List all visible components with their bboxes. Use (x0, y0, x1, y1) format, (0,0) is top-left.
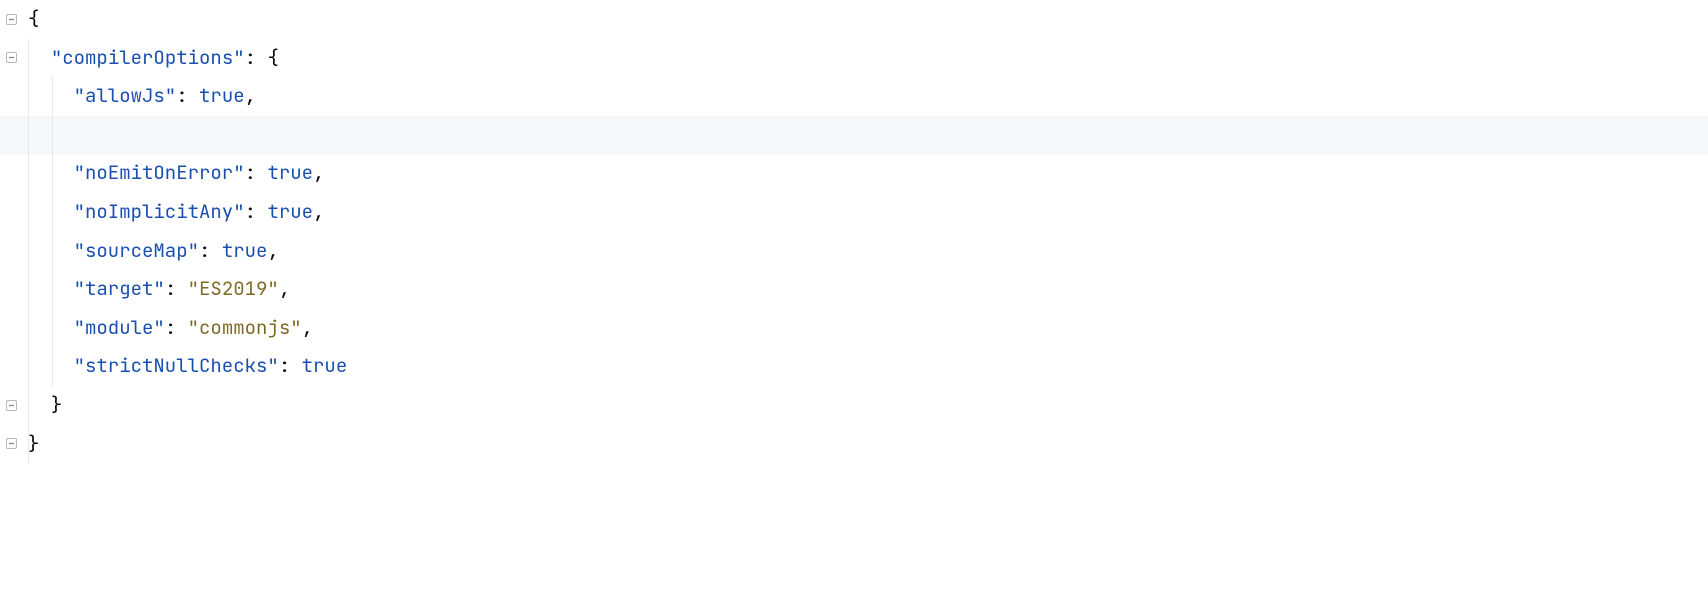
token-punct: } (51, 386, 62, 425)
token-bool: true (267, 193, 313, 232)
token-comma: , (245, 77, 256, 116)
token-punct: { (28, 0, 39, 39)
token-comma: , (279, 270, 290, 309)
code-line[interactable]: "noImplicitAny": true, (28, 193, 1708, 232)
indent (28, 154, 74, 193)
indent (28, 193, 74, 232)
indent (28, 116, 74, 155)
indent-guide (28, 39, 29, 464)
token-bool: true (302, 347, 348, 386)
indent (28, 347, 74, 386)
indent (28, 386, 51, 425)
token-bool: true (222, 232, 268, 271)
token-comma: , (313, 193, 324, 232)
code-line[interactable]: { (28, 0, 1708, 39)
token-punct: : (245, 193, 268, 232)
indent (28, 77, 74, 116)
code-line[interactable]: "module": "commonjs", (28, 309, 1708, 348)
code-line[interactable]: } (28, 425, 1708, 464)
token-key: "sourceMap" (74, 232, 199, 271)
token-punct: : (165, 270, 188, 309)
code-line[interactable]: "target": "ES2019", (28, 270, 1708, 309)
indent (28, 232, 74, 271)
code-line[interactable]: "strictNullChecks": true (28, 347, 1708, 386)
token-comma: , (313, 154, 324, 193)
fold-collapse-icon[interactable] (4, 51, 18, 65)
token-punct: { (267, 39, 278, 78)
code-editor[interactable]: { "compilerOptions": { "allowJs": true, … (0, 0, 1708, 502)
code-line[interactable]: } (28, 386, 1708, 425)
token-str: "ES2019" (188, 270, 279, 309)
token-punct: : (165, 309, 188, 348)
code-line[interactable]: "noEmitOnError": true, (28, 154, 1708, 193)
indent (28, 309, 74, 348)
token-punct: : (245, 154, 268, 193)
token-key: "strictNullChecks" (74, 347, 279, 386)
code-line[interactable] (0, 116, 1708, 155)
token-punct: } (28, 425, 39, 464)
token-comma: , (302, 309, 313, 348)
indent-guide (52, 77, 53, 386)
token-key: "target" (74, 270, 165, 309)
fold-gutter (0, 0, 22, 502)
indent (28, 270, 74, 309)
token-punct: : (199, 232, 222, 271)
code-line[interactable]: "sourceMap": true, (28, 232, 1708, 271)
token-key: "noImplicitAny" (74, 193, 245, 232)
token-bool: true (267, 154, 313, 193)
token-key: "module" (74, 309, 165, 348)
token-punct: : (176, 77, 199, 116)
code-line[interactable] (28, 463, 1708, 502)
token-bool: true (199, 77, 245, 116)
code-area[interactable]: { "compilerOptions": { "allowJs": true, … (28, 0, 1708, 502)
token-punct: : (279, 347, 302, 386)
indent (28, 39, 51, 78)
token-comma: , (267, 232, 278, 271)
token-punct: : (245, 39, 268, 78)
fold-collapse-icon[interactable] (4, 12, 18, 26)
fold-end-icon[interactable] (4, 437, 18, 451)
token-str: "commonjs" (188, 309, 302, 348)
code-line[interactable]: "allowJs": true, (28, 77, 1708, 116)
token-key: "compilerOptions" (51, 39, 245, 78)
token-key: "allowJs" (74, 77, 177, 116)
token-key: "noEmitOnError" (74, 154, 245, 193)
code-line[interactable]: "compilerOptions": { (28, 39, 1708, 78)
fold-end-icon[interactable] (4, 398, 18, 412)
